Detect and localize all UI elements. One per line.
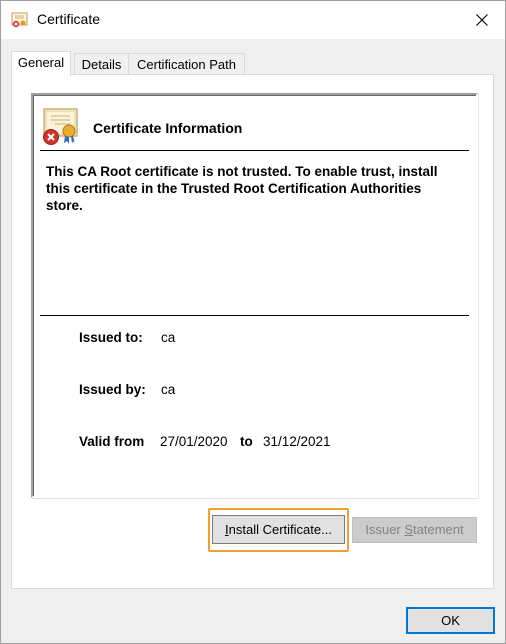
issued-by-value: ca xyxy=(161,382,176,397)
close-icon xyxy=(476,14,488,26)
tab-certification-path[interactable]: Certification Path xyxy=(128,53,245,74)
close-button[interactable] xyxy=(459,1,505,39)
info-title: Certificate Information xyxy=(93,120,243,136)
certificate-error-icon xyxy=(41,107,81,147)
issuer-statement-button[interactable]: Issuer Statement xyxy=(352,517,477,543)
issuer-label-prefix: Issuer xyxy=(365,522,405,537)
certificate-icon xyxy=(11,11,29,29)
install-certificate-button[interactable]: Install Certificate... xyxy=(212,515,345,544)
issuer-access-key: S xyxy=(404,522,414,537)
trust-warning-text: This CA Root certificate is not trusted.… xyxy=(46,164,438,213)
valid-to-value: 31/12/2021 xyxy=(263,434,331,449)
divider-top xyxy=(40,150,469,151)
issued-to-value: ca xyxy=(161,330,176,345)
title-bar: Certificate xyxy=(1,1,505,39)
valid-to-separator: to xyxy=(240,434,253,449)
divider-bottom xyxy=(40,315,469,316)
certificate-info-box: Certificate Information This CA Root cer… xyxy=(31,93,478,498)
install-label: nstall Certificate... xyxy=(228,522,332,537)
issuer-label-rest: tatement xyxy=(413,522,464,537)
valid-from-label: Valid from xyxy=(79,434,145,449)
issued-to-label: Issued to: xyxy=(79,330,143,345)
window-title: Certificate xyxy=(37,11,101,27)
tab-general[interactable]: General xyxy=(11,51,71,76)
tab-details[interactable]: Details xyxy=(74,53,129,74)
ok-button[interactable]: OK xyxy=(406,607,495,634)
issued-by-label: Issued by: xyxy=(79,382,146,397)
valid-from-value: 27/01/2020 xyxy=(160,434,228,449)
certificate-dialog: Certificate General Details Certificatio… xyxy=(0,0,506,644)
